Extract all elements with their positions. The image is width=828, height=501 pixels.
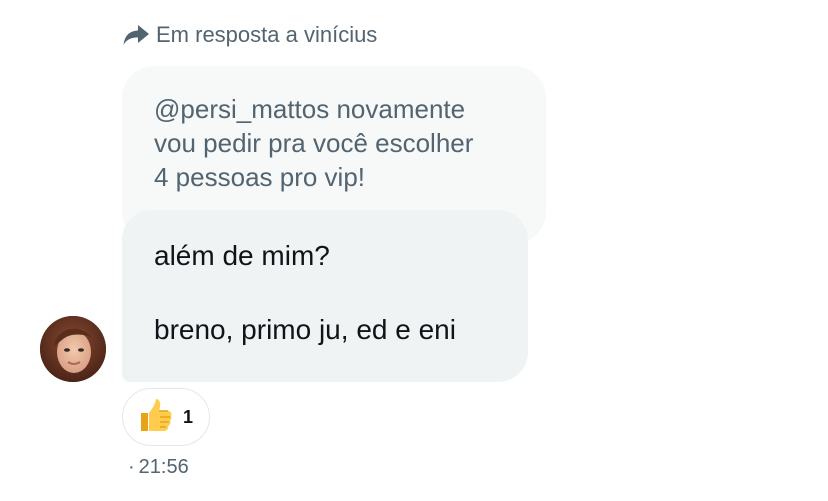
message-line: além de mim? [154,240,330,271]
quoted-message-line: vou pedir pra você escolher [154,128,474,158]
timestamp-time: 21:56 [138,456,189,478]
message-bubble[interactable]: além de mim? breno, primo ju, ed e eni [122,210,528,382]
timestamp-separator: · [128,456,135,478]
reply-arrow-icon [122,23,150,47]
reply-context-label: Em resposta a vinícius [156,22,378,47]
thumbs-up-icon [135,395,175,440]
reaction-count: 1 [183,406,194,427]
quoted-message-line: 4 pessoas pro vip! [154,162,366,192]
reply-context[interactable]: Em resposta a vinícius [122,22,377,48]
message-timestamp: · 21:56 [128,456,189,479]
quoted-message-line: @persi_mattos novamente [154,94,466,124]
message-line: breno, primo ju, ed e eni [154,314,456,345]
reaction-button[interactable]: 1 [122,388,210,446]
avatar[interactable] [40,316,106,382]
